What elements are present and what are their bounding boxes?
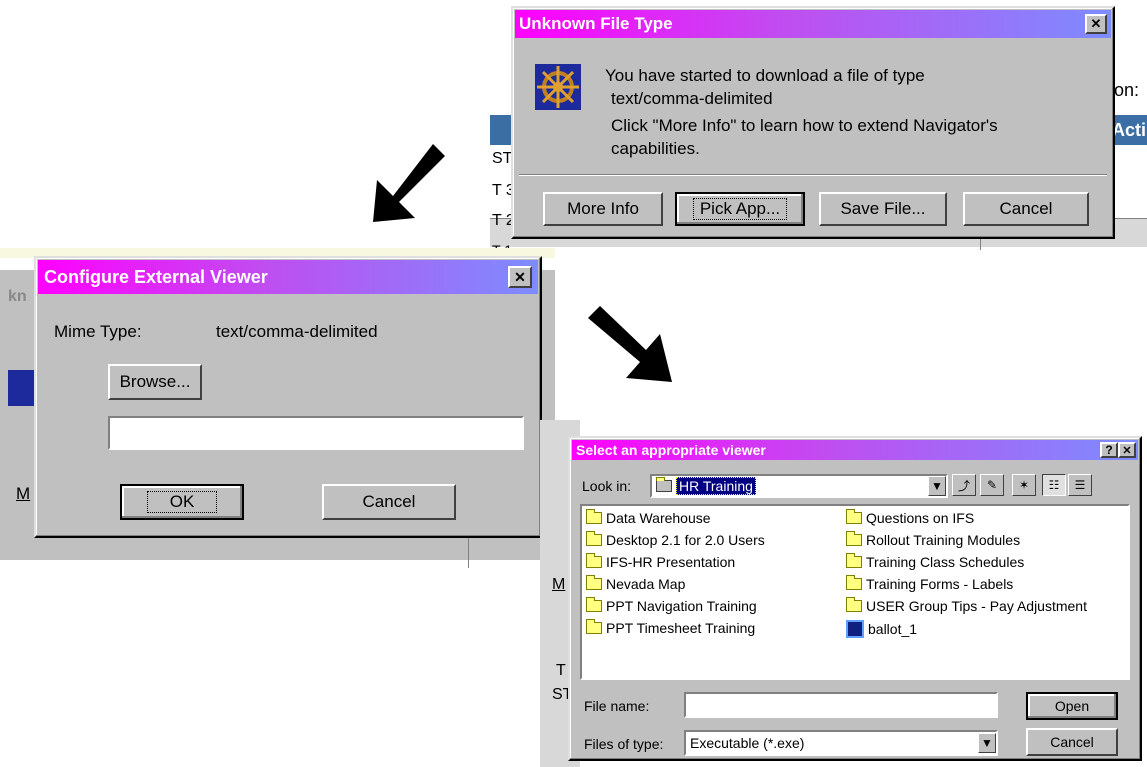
files-of-type-label: Files of type: <box>584 736 664 752</box>
open-button[interactable]: Open <box>1026 692 1118 720</box>
folder-icon <box>656 477 672 492</box>
folder-icon <box>586 619 602 634</box>
close-icon[interactable]: ✕ <box>508 266 532 288</box>
list-item[interactable]: ballot_1 <box>846 620 917 638</box>
select-viewer-dialog: Select an appropriate viewer ? ✕ Look in… <box>568 436 1142 761</box>
unknown-file-type-dialog: Unknown File Type ✕ You have started to … <box>511 6 1115 239</box>
mime-type-value: text/comma-delimited <box>216 322 378 341</box>
list-item[interactable]: Desktop 2.1 for 2.0 Users <box>586 531 765 548</box>
up-one-level-icon[interactable]: ⤴ <box>952 474 976 496</box>
file-name-input[interactable] <box>684 692 998 718</box>
background-text-on: on: <box>1114 80 1140 100</box>
message-line-1: You have started to download a file of t… <box>605 66 925 85</box>
desktop-icon[interactable]: ✎ <box>980 474 1004 496</box>
list-item[interactable]: Training Forms - Labels <box>846 575 1013 592</box>
list-item[interactable]: Questions on IFS <box>846 509 974 526</box>
close-icon[interactable]: ✕ <box>1085 14 1107 34</box>
folder-icon <box>846 553 862 568</box>
cancel-button[interactable]: Cancel <box>322 484 456 520</box>
folder-icon <box>846 597 862 612</box>
folder-icon <box>586 553 602 568</box>
list-item[interactable]: Training Class Schedules <box>846 553 1024 570</box>
save-file-button[interactable]: Save File... <box>819 192 947 226</box>
cancel-button[interactable]: Cancel <box>963 192 1089 226</box>
list-item[interactable]: Data Warehouse <box>586 509 711 526</box>
folder-icon <box>846 509 862 524</box>
arrow-down-left-icon <box>365 140 455 230</box>
select-viewer-titlebar: Select an appropriate viewer <box>572 440 1138 460</box>
folder-icon <box>586 531 602 546</box>
message-line-3: Click "More Info" to learn how to extend… <box>611 116 998 135</box>
folder-icon <box>846 575 862 590</box>
list-item[interactable]: PPT Navigation Training <box>586 597 757 614</box>
message-line-2: text/comma-delimited <box>611 89 773 108</box>
background-text-acti: Acti <box>1112 120 1147 140</box>
message-line-4: capabilities. <box>611 139 700 158</box>
pick-app-button[interactable]: Pick App... <box>675 192 805 226</box>
chevron-down-icon[interactable]: ▼ <box>978 733 996 753</box>
folder-icon <box>586 575 602 590</box>
list-item[interactable]: PPT Timesheet Training <box>586 619 755 636</box>
list-item[interactable]: IFS-HR Presentation <box>586 553 735 570</box>
look-in-value: HR Training <box>676 477 756 495</box>
background-text-kn: kn <box>8 288 27 305</box>
select-viewer-title: Select an appropriate viewer <box>576 442 766 458</box>
folder-icon <box>846 531 862 546</box>
list-item[interactable]: Rollout Training Modules <box>846 531 1020 548</box>
folder-icon <box>586 597 602 612</box>
list-item[interactable]: Nevada Map <box>586 575 685 592</box>
help-icon[interactable]: ? <box>1100 442 1118 458</box>
mime-type-label: Mime Type: <box>54 322 142 341</box>
ok-button[interactable]: OK <box>120 484 244 520</box>
background-text-m: M <box>16 484 31 503</box>
list-item[interactable]: USER Group Tips - Pay Adjustment <box>846 597 1087 614</box>
details-view-icon[interactable]: ☰ <box>1068 474 1092 496</box>
unknown-file-type-titlebar: Unknown File Type <box>515 10 1111 38</box>
background-text-m2: M <box>552 576 566 593</box>
close-icon[interactable]: ✕ <box>1118 442 1136 458</box>
file-list[interactable]: Data Warehouse Desktop 2.1 for 2.0 Users… <box>580 504 1130 680</box>
background-ships-wheel-icon <box>8 370 34 406</box>
configure-external-viewer-dialog: Configure External Viewer ✕ Mime Type: t… <box>34 256 542 538</box>
unknown-file-type-title: Unknown File Type <box>519 14 673 33</box>
look-in-dropdown[interactable]: HR Training ▼ <box>650 474 948 498</box>
viewer-path-input[interactable] <box>108 416 524 450</box>
arrow-down-right-icon <box>580 300 680 390</box>
separator <box>519 174 1107 176</box>
ballot-file-icon <box>846 620 864 638</box>
file-name-label: File name: <box>584 698 650 714</box>
more-info-button[interactable]: More Info <box>543 192 663 226</box>
list-view-icon[interactable]: ☷ <box>1042 474 1066 496</box>
look-in-label: Look in: <box>582 478 632 494</box>
new-folder-icon[interactable]: ✶ <box>1012 474 1036 496</box>
files-of-type-dropdown[interactable]: Executable (*.exe) ▼ <box>684 730 998 756</box>
ships-wheel-icon <box>535 64 581 110</box>
folder-icon <box>586 509 602 524</box>
configure-viewer-titlebar: Configure External Viewer <box>38 260 538 294</box>
background-text-t: T <box>556 662 566 679</box>
browse-button[interactable]: Browse... <box>108 364 202 400</box>
chevron-down-icon[interactable]: ▼ <box>928 476 946 496</box>
configure-viewer-title: Configure External Viewer <box>44 266 268 287</box>
cancel-button[interactable]: Cancel <box>1026 728 1118 756</box>
